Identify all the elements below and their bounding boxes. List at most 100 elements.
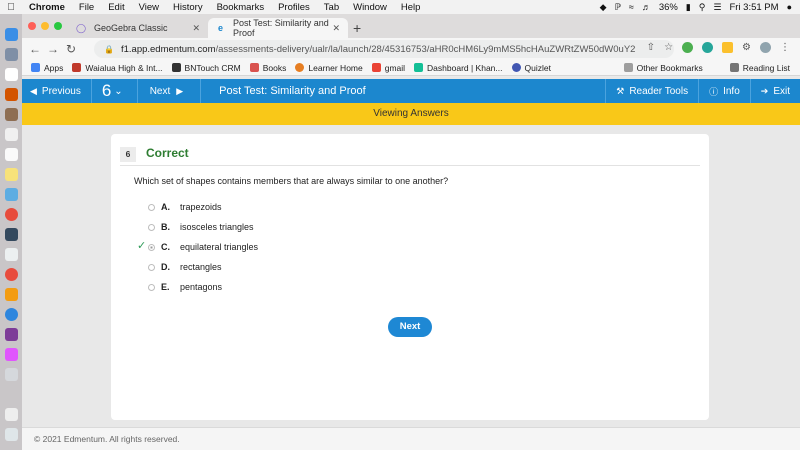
- dropbox-icon[interactable]: ◆: [600, 2, 607, 13]
- info-icon: ⓘ: [709, 86, 719, 97]
- option-d[interactable]: D. rectangles: [148, 260, 222, 274]
- extension-yellow-icon[interactable]: [722, 42, 734, 53]
- option-b[interactable]: B. isosceles triangles: [148, 220, 254, 234]
- bookmark-star-icon[interactable]: ☆: [664, 42, 673, 53]
- close-window-button[interactable]: [28, 22, 36, 30]
- preview-icon[interactable]: [5, 188, 18, 201]
- menu-app-name[interactable]: Chrome: [22, 2, 72, 13]
- menu-view[interactable]: View: [132, 2, 166, 13]
- bookmark-bntouch[interactable]: BNTouch CRM: [171, 63, 241, 73]
- spotlight-icon[interactable]: ⚲: [699, 2, 706, 13]
- menu-file[interactable]: File: [72, 2, 101, 13]
- bntouch-icon: [171, 63, 181, 72]
- radio-button[interactable]: [148, 203, 155, 211]
- notes-icon[interactable]: [5, 108, 18, 121]
- launchpad-icon[interactable]: [5, 48, 18, 61]
- folder-icon: [623, 63, 633, 72]
- page: ◀ Previous 6 ⌄ Next ▶ Post Test: Similar…: [22, 77, 800, 450]
- contacts-icon[interactable]: [5, 248, 18, 261]
- previous-button[interactable]: ◀ Previous: [22, 79, 91, 103]
- app-store-icon[interactable]: [5, 308, 18, 321]
- document-icon[interactable]: [5, 368, 18, 381]
- address-bar[interactable]: 🔒 f1.app.edmentum.com /assessments-deliv…: [94, 40, 674, 58]
- calendar-icon[interactable]: [5, 128, 18, 141]
- photos-icon[interactable]: [5, 88, 18, 101]
- app-icon[interactable]: [5, 228, 18, 241]
- bookmark-learner-home[interactable]: Learner Home: [295, 63, 363, 73]
- question-select[interactable]: 6 ⌄: [92, 79, 137, 103]
- avatar[interactable]: [760, 42, 771, 53]
- grammarly-icon[interactable]: [702, 42, 714, 53]
- menu-bookmarks[interactable]: Bookmarks: [210, 2, 272, 13]
- wifi-icon[interactable]: ≈: [629, 2, 634, 12]
- finder-icon[interactable]: [5, 28, 18, 41]
- next-nav-button[interactable]: Next ▶: [138, 79, 200, 103]
- exit-button[interactable]: ➔ Exit: [751, 79, 800, 103]
- extension-green-icon[interactable]: [682, 42, 694, 53]
- radio-button-selected[interactable]: [148, 243, 155, 251]
- bookmark-khan[interactable]: Dashboard | Khan...: [414, 63, 503, 73]
- reminders-icon[interactable]: [5, 148, 18, 161]
- forward-icon[interactable]: →: [44, 42, 62, 56]
- apple-icon[interactable]: : [0, 2, 22, 13]
- menu-help[interactable]: Help: [394, 2, 428, 13]
- reader-tools-button[interactable]: ⚒ Reader Tools: [606, 79, 698, 103]
- quizlet-icon: [511, 63, 521, 72]
- back-icon[interactable]: ←: [26, 42, 44, 56]
- bluetooth-icon[interactable]: ℙ: [615, 2, 621, 13]
- menu-window[interactable]: Window: [346, 2, 394, 13]
- photo-booth-icon[interactable]: [5, 208, 18, 221]
- folder-icon[interactable]: [5, 408, 18, 421]
- bookmark-apps[interactable]: Apps: [31, 63, 63, 73]
- tab-geogebra[interactable]: ◯ GeoGebra Classic ✕: [68, 18, 208, 38]
- option-e[interactable]: E. pentagons: [148, 280, 222, 294]
- clock[interactable]: Fri 3:51 PM: [729, 2, 778, 13]
- radio-button[interactable]: [148, 223, 155, 231]
- menu-dots-icon[interactable]: ⋮: [780, 42, 790, 53]
- trash-icon[interactable]: [5, 428, 18, 441]
- menu-edit[interactable]: Edit: [101, 2, 131, 13]
- siri-icon[interactable]: ●: [787, 2, 792, 12]
- music-icon[interactable]: [5, 348, 18, 361]
- other-bookmarks[interactable]: Other Bookmarks: [623, 63, 703, 73]
- zoom-window-button[interactable]: [54, 22, 62, 30]
- reload-icon[interactable]: ↻: [62, 42, 80, 56]
- puzzle-icon[interactable]: ⚙: [742, 42, 751, 53]
- radio-button[interactable]: [148, 263, 155, 271]
- minimize-window-button[interactable]: [41, 22, 49, 30]
- lock-icon[interactable]: 🔒: [104, 45, 114, 54]
- tab-post-test[interactable]: e Post Test: Similarity and Proof ✕: [208, 18, 348, 38]
- bookmark-waialua[interactable]: Waialua High & Int...: [72, 63, 163, 73]
- gmail-icon: [371, 63, 381, 72]
- next-button[interactable]: Next: [388, 317, 432, 337]
- apps-grid-icon: [31, 63, 40, 72]
- test-nav-bar: ◀ Previous 6 ⌄ Next ▶ Post Test: Similar…: [22, 79, 800, 103]
- info-button[interactable]: ⓘ Info: [699, 79, 750, 103]
- safari-icon[interactable]: [5, 68, 18, 81]
- menu-profiles[interactable]: Profiles: [271, 2, 317, 13]
- geogebra-icon: ◯: [75, 22, 87, 33]
- stickies-icon[interactable]: [5, 168, 18, 181]
- bookmark-books[interactable]: Books: [249, 63, 286, 73]
- reading-list[interactable]: Reading List: [729, 63, 790, 73]
- volume-icon[interactable]: ♬: [642, 2, 651, 12]
- bookmark-quizlet[interactable]: Quizlet: [511, 63, 551, 73]
- menu-history[interactable]: History: [166, 2, 210, 13]
- bookmark-gmail[interactable]: gmail: [371, 63, 405, 73]
- new-tab-button[interactable]: +: [353, 20, 361, 36]
- chrome-icon[interactable]: [5, 268, 18, 281]
- result-status: Correct: [146, 146, 189, 160]
- checkmark-icon: ✓: [137, 240, 147, 252]
- books-icon[interactable]: [5, 288, 18, 301]
- close-tab-icon[interactable]: ✕: [192, 23, 200, 34]
- battery-icon[interactable]: ▮: [686, 2, 691, 13]
- option-a[interactable]: A. trapezoids: [148, 200, 222, 214]
- control-center-icon[interactable]: ☰: [713, 2, 721, 13]
- radio-button[interactable]: [148, 283, 155, 291]
- option-c[interactable]: C. equilateral triangles: [148, 240, 258, 254]
- podcasts-icon[interactable]: [5, 328, 18, 341]
- close-tab-icon[interactable]: ✕: [332, 23, 340, 34]
- share-icon[interactable]: ⇧: [647, 42, 655, 53]
- menu-tab[interactable]: Tab: [317, 2, 346, 13]
- test-title: Post Test: Similarity and Proof: [219, 85, 366, 97]
